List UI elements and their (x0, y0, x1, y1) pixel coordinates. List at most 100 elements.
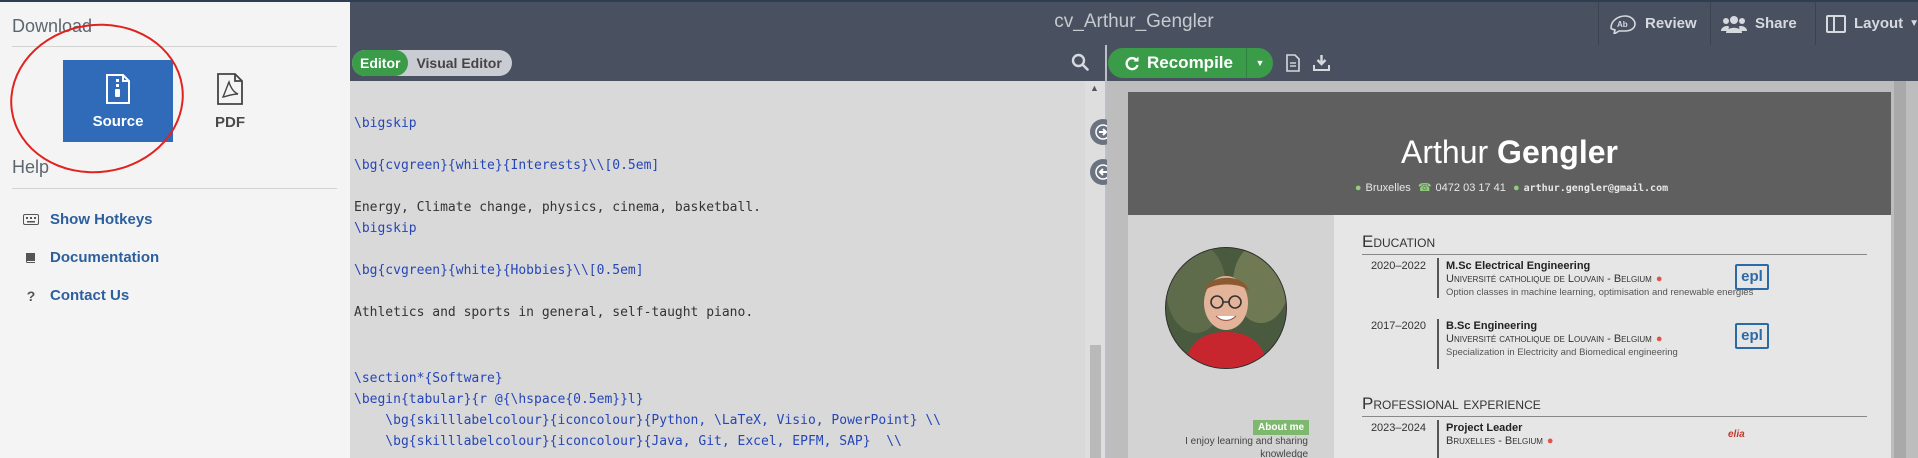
code-line[interactable]: \bg{skilllabelcolour}{iconcolour}{Python… (354, 413, 941, 428)
code-line[interactable]: \bg{cvgreen}{white}{Interests}\\[0.5em] (354, 158, 659, 173)
zip-file-icon (106, 73, 130, 104)
scroll-up-icon[interactable]: ▲ (1090, 83, 1099, 93)
cv-last-name: Gengler (1497, 134, 1618, 170)
code-line[interactable]: \bg{skilllabelcolour}{iconcolour}{Java, … (354, 434, 902, 449)
help-item-label: Documentation (50, 249, 160, 266)
elia-logo: elia (1728, 429, 1745, 440)
documentation-link[interactable]: Documentation (20, 249, 159, 266)
cv-name: Arthur Gengler (1128, 134, 1891, 171)
download-source-button[interactable]: Source (63, 60, 173, 142)
help-item-label: Contact Us (50, 287, 130, 304)
share-button[interactable]: Share (1710, 2, 1807, 45)
institution-text: Université catholique de Louvain - Belgi… (1446, 333, 1652, 345)
chevron-down-icon: ▼ (1909, 18, 1918, 29)
editor-scroll-thumb[interactable] (1090, 345, 1101, 458)
phone-icon: ☎ (1417, 182, 1432, 194)
location-pin-icon: ● (1546, 435, 1554, 447)
refresh-icon (1125, 56, 1139, 71)
download-pdf-toolbar-button[interactable] (1313, 54, 1330, 76)
profile-photo (1165, 247, 1287, 369)
education-description: Option classes in machine learning, opti… (1446, 287, 1754, 298)
code-line[interactable]: \bg{cvgreen}{white}{Hobbies}\\[0.5em] (354, 263, 644, 278)
pdf-preview[interactable]: Arthur Gengler ● Bruxelles ☎ 0472 03 17 41… (1107, 81, 1918, 458)
experience-dates: 2023–2024 (1370, 422, 1426, 434)
cv-header: Arthur Gengler ● Bruxelles ☎ 0472 03 17 41… (1128, 92, 1891, 215)
experience-location: Bruxelles - Belgium ● (1446, 435, 1554, 447)
recompile-button[interactable]: Recompile ▼ (1108, 48, 1273, 78)
document-icon (1286, 54, 1300, 72)
experience-title: Project Leader (1446, 422, 1523, 434)
layout-icon (1826, 14, 1846, 33)
about-me-text: I enjoy learning and sharing knowledge (1185, 436, 1308, 458)
search-icon (1071, 53, 1089, 71)
help-heading: Help (12, 157, 50, 177)
help-item-label: Show Hotkeys (50, 211, 153, 228)
code-line[interactable]: Athletics and sports in general, self-ta… (354, 305, 753, 320)
download-icon (1313, 55, 1330, 71)
timeline-line (1437, 319, 1439, 369)
education-institution: Université catholique de Louvain - Belgi… (1446, 273, 1663, 285)
location-pin-icon: ● (1655, 273, 1663, 285)
contact-us-link[interactable]: ? Contact Us (20, 287, 129, 304)
editor-mode-visual[interactable]: Visual Editor (408, 55, 511, 71)
education-heading: Education (1362, 232, 1436, 251)
education-title: B.Sc Engineering (1446, 320, 1538, 332)
cv-first-name: Arthur (1401, 134, 1489, 170)
code-line[interactable]: \bigskip (354, 116, 417, 131)
location-pin-icon: ● (1655, 333, 1663, 345)
education-dates: 2020–2022 (1370, 260, 1426, 272)
left-menu: Download Source PDF Help Show Hotkeys Do… (0, 0, 350, 458)
code-editor[interactable]: \bigskip \bg{cvgreen}{white}{Interests}\… (350, 81, 1085, 458)
source-label: Source (92, 112, 144, 130)
show-hotkeys-link[interactable]: Show Hotkeys (20, 211, 153, 228)
review-label: Review (1645, 15, 1697, 32)
education-rule (1362, 254, 1867, 255)
code-line[interactable]: Energy, Climate change, physics, cinema,… (354, 200, 761, 215)
review-icon: Ab (1610, 14, 1636, 34)
users-icon (1721, 15, 1747, 33)
cv-contact-line: ● Bruxelles ☎ 0472 03 17 41 ● arthur.gengle… (1128, 181, 1891, 194)
cv-sidebar: About me I enjoy learning and sharing kn… (1128, 215, 1334, 458)
code-line[interactable]: \section*{Software} (354, 371, 503, 386)
download-heading: Download (12, 16, 93, 36)
education-dates: 2017–2020 (1370, 320, 1426, 332)
caret-down-icon: ▼ (1255, 58, 1265, 68)
code-line[interactable]: \begin{tabular}{r @{\hspace{0.5em}}l} (354, 392, 644, 407)
education-institution: Université catholique de Louvain - Belgi… (1446, 333, 1663, 345)
editor-mode-toggle[interactable]: Editor Visual Editor (352, 50, 512, 76)
editor-mode-code[interactable]: Editor (352, 50, 409, 76)
pdf-label: PDF (215, 113, 245, 131)
download-pdf-button[interactable]: PDF (175, 60, 285, 142)
layout-label: Layout (1854, 15, 1904, 32)
cv-email: arthur.gengler@gmail.com (1523, 183, 1669, 194)
book-icon (20, 251, 42, 265)
pdf-file-icon (217, 72, 243, 105)
editor-toolbar: Editor Visual Editor (350, 45, 1105, 81)
code-line[interactable]: \bigskip (354, 221, 417, 236)
top-bar: cv_Arthur_Gengler Ab Review Share Layout… (350, 0, 1918, 45)
education-description: Specialization in Electricity and Biomed… (1446, 347, 1678, 358)
svg-text:Ab: Ab (1617, 20, 1628, 29)
menu-top-border (0, 0, 350, 2)
pdf-page: Arthur Gengler ● Bruxelles ☎ 0472 03 17 41… (1128, 92, 1891, 458)
experience-rule (1362, 416, 1867, 417)
epl-logo: epl (1735, 323, 1769, 349)
recompile-options-dropdown[interactable]: ▼ (1246, 48, 1273, 78)
view-logs-button[interactable] (1286, 54, 1300, 77)
keyboard-icon (20, 214, 42, 225)
cv-phone: 0472 03 17 41 (1435, 182, 1506, 194)
institution-text: Université catholique de Louvain - Belgi… (1446, 273, 1652, 285)
epl-logo: epl (1735, 264, 1769, 290)
location-pin-icon: ● (1354, 182, 1362, 194)
timeline-line (1437, 258, 1439, 298)
layout-button[interactable]: Layout ▼ (1815, 2, 1918, 45)
pdf-toolbar: Recompile ▼ (1107, 45, 1918, 81)
email-icon: ● (1512, 182, 1520, 194)
pdf-scrollbar[interactable] (1894, 81, 1906, 458)
timeline-line (1437, 420, 1439, 458)
location-text: Bruxelles - Belgium (1446, 435, 1543, 447)
review-button[interactable]: Ab Review (1598, 2, 1707, 45)
experience-heading: Professional experience (1362, 394, 1541, 413)
cv-city: Bruxelles (1365, 182, 1411, 194)
search-button[interactable] (1071, 53, 1089, 76)
